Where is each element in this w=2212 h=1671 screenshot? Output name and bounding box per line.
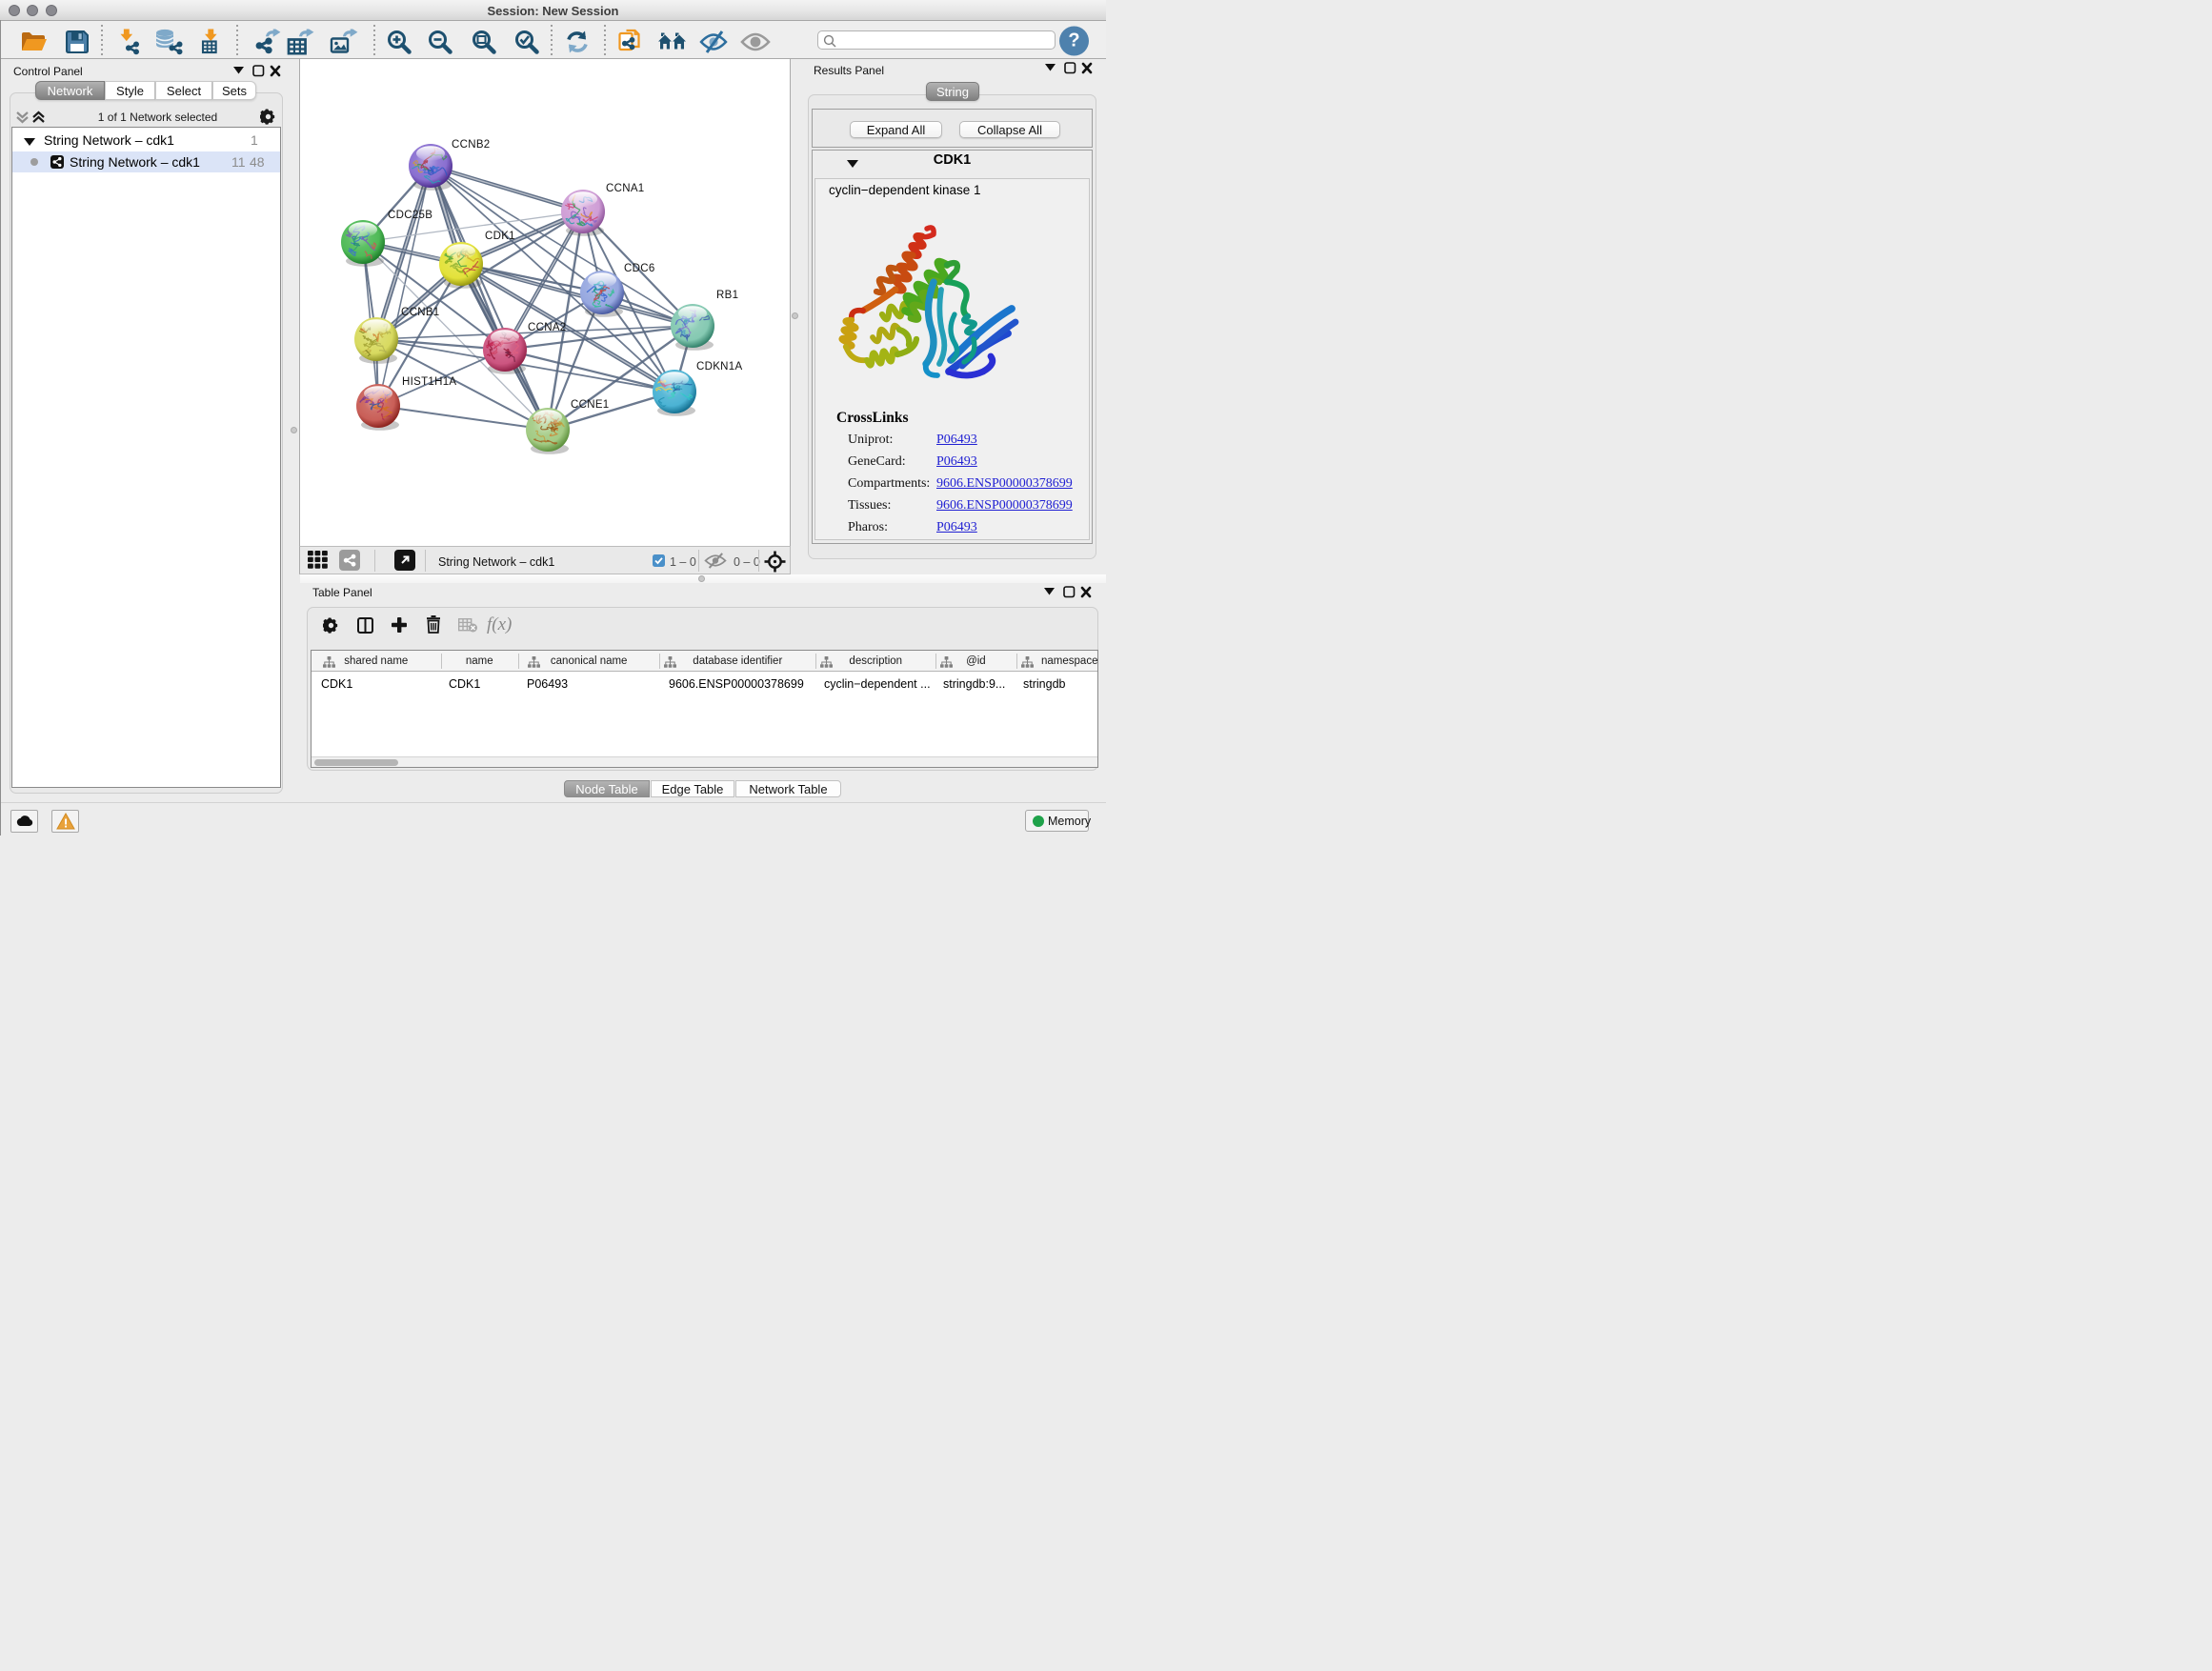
svg-text:CDC25B: CDC25B (388, 210, 432, 221)
svg-text:HIST1H1A: HIST1H1A (402, 376, 456, 388)
svg-text:CDK1: CDK1 (485, 231, 515, 242)
svg-text:CDKN1A: CDKN1A (696, 361, 742, 372)
svg-text:CCNB2: CCNB2 (452, 139, 490, 151)
svg-text:RB1: RB1 (716, 290, 738, 301)
svg-text:CCNB1: CCNB1 (401, 307, 439, 318)
svg-text:CCNE1: CCNE1 (571, 399, 609, 411)
svg-text:CCNA2: CCNA2 (528, 322, 566, 333)
svg-text:CCNA1: CCNA1 (606, 183, 644, 194)
svg-text:CDC6: CDC6 (624, 263, 655, 274)
